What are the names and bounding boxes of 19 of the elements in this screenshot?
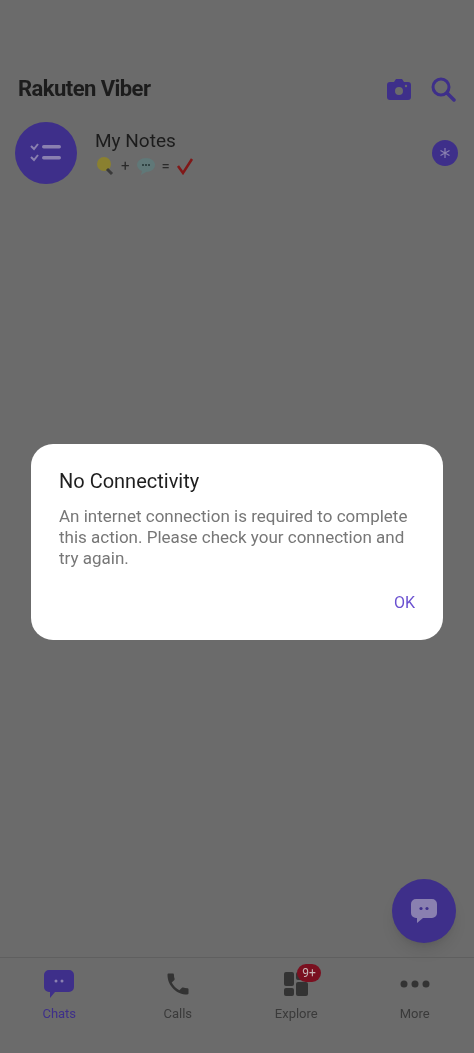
more-dots-icon — [399, 980, 430, 988]
search-icon[interactable] — [430, 76, 456, 102]
notification-badge: 9+ — [297, 964, 321, 982]
asterisk-icon — [439, 147, 451, 159]
plus-sign: + — [121, 155, 130, 177]
app-logo: Rakuten Viber — [18, 78, 151, 100]
nav-tab[interactable]: Chats — [0, 968, 119, 1024]
camera-icon[interactable] — [386, 77, 412, 101]
equals-sign: = — [161, 155, 170, 177]
dialog-message: An internet connection is required to complete this action. Please check your connection and try again. — [59, 506, 409, 569]
chat-bubble-icon — [43, 969, 76, 999]
chat-bubble-icon — [409, 896, 439, 926]
ok-button[interactable]: OK — [381, 583, 427, 623]
lightbulb-icon — [95, 155, 115, 176]
checkmark-icon — [175, 156, 194, 175]
dialog-title: No Connectivity — [59, 468, 201, 495]
speech-bubble-icon — [135, 155, 156, 176]
checklist-icon — [30, 142, 62, 164]
chat-name[interactable]: My Notes — [95, 128, 414, 153]
